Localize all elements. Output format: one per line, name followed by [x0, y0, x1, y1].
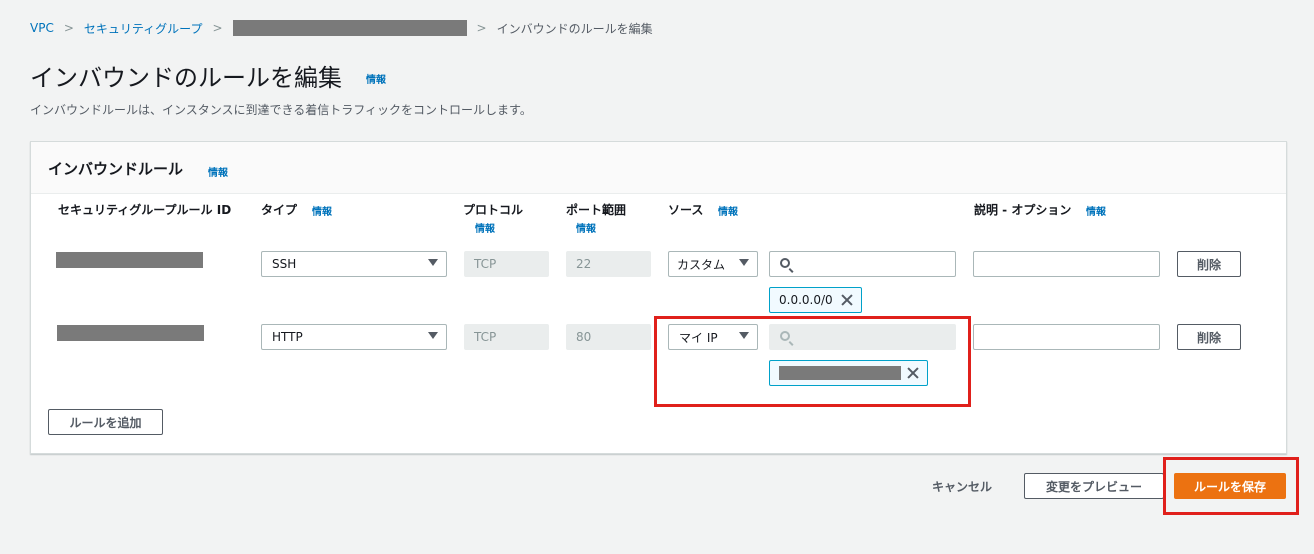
breadcrumb-security-groups[interactable]: セキュリティグループ — [84, 20, 203, 37]
col-protocol: プロトコル — [463, 203, 524, 217]
panel-info-link[interactable]: 情報 — [208, 164, 228, 179]
col-source: ソース — [668, 203, 704, 217]
col-type-info[interactable]: 情報 — [312, 203, 332, 218]
breadcrumb-redacted-group[interactable] — [232, 20, 467, 36]
preview-changes-button[interactable]: 変更をプレビュー — [1024, 473, 1164, 499]
add-rule-button[interactable]: ルールを追加 — [48, 409, 163, 435]
col-description: 説明 - オプション — [974, 203, 1072, 217]
delete-button[interactable]: 削除 — [1177, 251, 1241, 277]
col-description-info[interactable]: 情報 — [1086, 203, 1106, 218]
type-select-value: SSH — [272, 257, 297, 271]
type-select[interactable]: SSH — [261, 251, 447, 277]
source-type-select[interactable]: カスタム — [668, 251, 758, 277]
type-select-value: HTTP — [272, 330, 303, 344]
chevron-right-icon: > — [476, 21, 487, 35]
chevron-right-icon: > — [63, 21, 74, 35]
col-port-info[interactable]: 情報 — [576, 220, 596, 235]
breadcrumb-current: インバウンドのルールを編集 — [496, 21, 653, 36]
source-token-label: 0.0.0.0/0 — [779, 293, 833, 307]
page-title: インバウンドのルールを編集 — [30, 64, 342, 92]
caret-down-icon — [428, 259, 438, 266]
description-input[interactable] — [973, 324, 1160, 350]
description-input[interactable] — [973, 251, 1160, 277]
protocol-field: TCP — [464, 251, 549, 277]
search-icon — [780, 258, 790, 268]
close-icon[interactable] — [839, 292, 855, 308]
panel-header: インバウンドルール 情報 — [31, 142, 1286, 194]
col-port-range: ポート範囲 — [566, 203, 627, 217]
caret-down-icon — [739, 259, 749, 266]
col-rule-id: セキュリティグループルール ID — [58, 203, 232, 217]
port-range-field: 22 — [566, 251, 651, 277]
delete-button[interactable]: 削除 — [1177, 324, 1241, 350]
breadcrumb: VPC > セキュリティグループ > > インバウンドのルールを編集 — [30, 20, 653, 36]
highlight-box-source — [654, 316, 971, 407]
highlight-box-save — [1163, 457, 1299, 515]
rule-id-redacted — [56, 252, 203, 268]
page-description: インバウンドルールは、インスタンスに到達できる着信トラフィックをコントロールしま… — [30, 103, 532, 117]
breadcrumb-vpc[interactable]: VPC — [30, 21, 54, 35]
source-search-input[interactable] — [769, 251, 956, 277]
protocol-field: TCP — [464, 324, 549, 350]
caret-down-icon — [428, 332, 438, 339]
inbound-rules-panel: インバウンドルール 情報 セキュリティグループルール ID タイプ 情報 プロト… — [30, 141, 1287, 454]
col-protocol-info[interactable]: 情報 — [475, 220, 495, 235]
type-select[interactable]: HTTP — [261, 324, 447, 350]
col-type: タイプ — [261, 203, 298, 217]
source-type-value: カスタム — [677, 257, 726, 272]
port-range-field: 80 — [566, 324, 651, 350]
rule-id-redacted — [57, 325, 204, 341]
cancel-button[interactable]: キャンセル — [932, 478, 992, 495]
source-token: 0.0.0.0/0 — [769, 287, 862, 313]
panel-title: インバウンドルール — [48, 160, 184, 178]
chevron-right-icon: > — [212, 21, 223, 35]
page-info-link[interactable]: 情報 — [366, 71, 386, 86]
col-source-info[interactable]: 情報 — [718, 203, 738, 218]
